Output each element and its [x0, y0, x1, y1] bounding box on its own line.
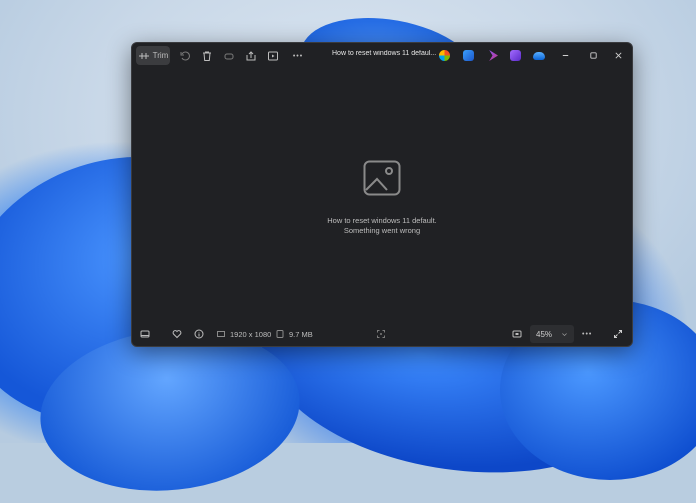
- dimension-icon: [216, 329, 226, 339]
- rotate-icon: [179, 50, 191, 62]
- bottom-more-button[interactable]: •••: [582, 327, 592, 341]
- disk-icon: [275, 329, 285, 339]
- paint-icon[interactable]: [463, 50, 474, 61]
- rotate-button[interactable]: [176, 46, 194, 66]
- more-options-button[interactable]: •••: [288, 46, 308, 66]
- resolution-info: 1920 x 1080: [216, 327, 271, 341]
- focus-icon: [376, 329, 386, 339]
- trim-icon: [138, 50, 150, 62]
- fullscreen-icon: [613, 329, 623, 339]
- maximize-button[interactable]: [586, 48, 600, 62]
- file-size-text: 9.7 MB: [289, 330, 313, 339]
- trash-icon: [201, 50, 213, 62]
- minimize-icon: [561, 51, 570, 60]
- focus-button[interactable]: [376, 327, 386, 341]
- zoom-value: 45%: [536, 330, 552, 339]
- bottom-bar: 1920 x 1080 9.7 MB 45% •••: [132, 322, 632, 346]
- filmstrip-button[interactable]: [140, 327, 150, 341]
- window-title: How to reset windows 11 defaul...: [332, 50, 436, 57]
- title-bar: Trim ••• How to reset windows 11 defaul.…: [132, 43, 632, 68]
- eraser-icon: [223, 50, 235, 62]
- file-info-button[interactable]: [194, 327, 204, 341]
- copilot-icon[interactable]: [439, 50, 450, 61]
- resolution-text: 1920 x 1080: [230, 330, 271, 339]
- trim-label: Trim: [153, 51, 169, 60]
- fit-window-button[interactable]: [512, 327, 522, 341]
- minimize-button[interactable]: [558, 48, 572, 62]
- fullscreen-button[interactable]: [613, 327, 623, 341]
- info-icon: [194, 329, 204, 339]
- share-icon: [245, 50, 257, 62]
- fit-window-icon: [512, 329, 522, 339]
- file-size-info: 9.7 MB: [275, 327, 313, 341]
- close-button[interactable]: [611, 48, 625, 62]
- maximize-icon: [589, 51, 598, 60]
- onedrive-icon[interactable]: [533, 52, 545, 60]
- slideshow-icon: [267, 50, 279, 62]
- photos-app-icon[interactable]: [510, 50, 521, 61]
- error-file-name: How to reset windows 11 default.: [282, 216, 482, 225]
- clipchamp-icon[interactable]: [487, 50, 498, 61]
- delete-button[interactable]: [198, 46, 216, 66]
- photos-window: Trim ••• How to reset windows 11 defaul.…: [131, 42, 633, 347]
- trim-button[interactable]: Trim: [136, 46, 170, 65]
- zoom-select[interactable]: 45%: [530, 325, 574, 343]
- favorite-button[interactable]: [172, 327, 182, 341]
- image-viewer-area: How to reset windows 11 default. Somethi…: [132, 68, 632, 322]
- close-icon: [614, 51, 623, 60]
- erase-button[interactable]: [220, 46, 238, 66]
- share-button[interactable]: [242, 46, 260, 66]
- slideshow-button[interactable]: [264, 46, 282, 66]
- chevron-down-icon: [561, 331, 568, 338]
- filmstrip-icon: [140, 329, 150, 339]
- heart-icon: [172, 329, 182, 339]
- image-placeholder-icon: [363, 160, 401, 196]
- error-message: Something went wrong: [282, 226, 482, 235]
